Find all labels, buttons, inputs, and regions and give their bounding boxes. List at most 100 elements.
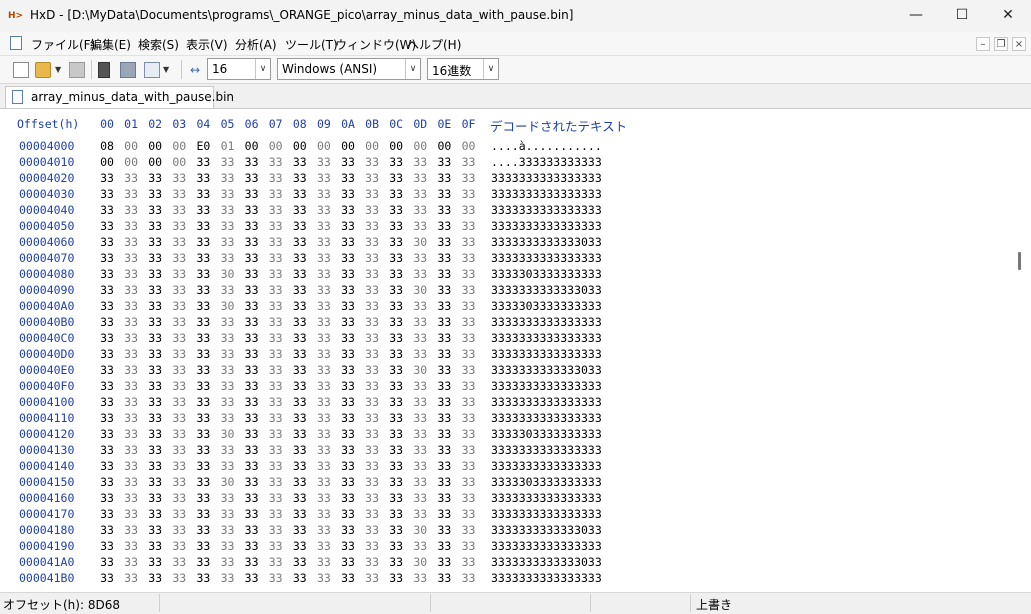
hex-byte[interactable]: 33	[97, 331, 117, 345]
new-file-icon[interactable]	[13, 62, 29, 78]
hex-byte[interactable]: 33	[290, 251, 310, 265]
decoded-text[interactable]: 3333333333333333	[491, 539, 602, 553]
hex-byte[interactable]: 33	[169, 379, 189, 393]
hex-byte[interactable]: 33	[434, 363, 454, 377]
hex-byte[interactable]: 33	[169, 507, 189, 521]
hex-byte[interactable]: 33	[362, 475, 382, 489]
hex-byte[interactable]: 33	[362, 251, 382, 265]
hex-byte[interactable]: 33	[266, 571, 286, 585]
decoded-text[interactable]: ....333333333333	[491, 155, 602, 169]
hex-byte[interactable]: 00	[242, 139, 262, 153]
hex-byte[interactable]: 33	[410, 267, 430, 281]
hex-byte[interactable]: 00	[459, 139, 479, 153]
hex-byte[interactable]: 33	[169, 283, 189, 297]
decoded-text[interactable]: 3333333333333333	[491, 571, 602, 585]
hex-byte[interactable]: 33	[459, 555, 479, 569]
hex-byte[interactable]: 33	[97, 507, 117, 521]
hex-byte[interactable]: 33	[459, 283, 479, 297]
hex-byte[interactable]: 33	[242, 235, 262, 249]
hex-byte[interactable]: 33	[242, 299, 262, 313]
hex-byte[interactable]: 33	[362, 507, 382, 521]
hex-byte[interactable]: 33	[338, 203, 358, 217]
hex-byte[interactable]: 33	[266, 427, 286, 441]
hex-byte[interactable]: 33	[218, 283, 238, 297]
hex-byte[interactable]: 00	[386, 139, 406, 153]
hex-byte[interactable]: 33	[338, 171, 358, 185]
hex-byte[interactable]: 33	[410, 475, 430, 489]
hex-byte[interactable]: 33	[97, 347, 117, 361]
hex-byte[interactable]: 33	[386, 443, 406, 457]
hex-byte[interactable]: 33	[193, 331, 213, 345]
hex-byte[interactable]: 33	[434, 571, 454, 585]
hex-byte[interactable]: 33	[242, 555, 262, 569]
hex-byte[interactable]: 33	[314, 299, 334, 313]
hex-byte[interactable]: 33	[193, 235, 213, 249]
hex-byte[interactable]: 33	[459, 299, 479, 313]
hex-byte[interactable]: 33	[338, 539, 358, 553]
hex-byte[interactable]: 33	[121, 459, 141, 473]
mdi-minimize-button[interactable]: –	[976, 37, 990, 51]
hex-byte[interactable]: 33	[434, 379, 454, 393]
hex-byte[interactable]: 33	[266, 187, 286, 201]
hex-byte[interactable]: 33	[410, 299, 430, 313]
hex-byte[interactable]: 33	[459, 475, 479, 489]
hex-byte[interactable]: 00	[290, 139, 310, 153]
hex-byte[interactable]: 33	[338, 571, 358, 585]
hex-byte[interactable]: 33	[459, 571, 479, 585]
hex-byte[interactable]: 30	[218, 427, 238, 441]
hex-byte[interactable]: 33	[169, 267, 189, 281]
mdi-close-button[interactable]: ×	[1012, 37, 1026, 51]
hex-byte[interactable]: 33	[434, 459, 454, 473]
hex-byte[interactable]: 33	[193, 427, 213, 441]
hex-byte[interactable]: 33	[169, 427, 189, 441]
hex-byte[interactable]: 33	[193, 555, 213, 569]
hex-byte[interactable]: 33	[145, 251, 165, 265]
hex-byte[interactable]: 33	[242, 267, 262, 281]
hex-byte[interactable]: 33	[242, 491, 262, 505]
hex-byte[interactable]: 33	[97, 379, 117, 393]
hex-byte[interactable]: 33	[266, 155, 286, 169]
hex-byte[interactable]: 33	[362, 283, 382, 297]
hex-byte[interactable]: 33	[290, 331, 310, 345]
hex-byte[interactable]: 33	[218, 171, 238, 185]
hex-byte[interactable]: 33	[362, 443, 382, 457]
hex-byte[interactable]: 33	[145, 267, 165, 281]
hex-byte[interactable]: 33	[338, 187, 358, 201]
hex-byte[interactable]: 33	[145, 427, 165, 441]
hex-byte[interactable]: 33	[362, 363, 382, 377]
hex-byte[interactable]: 33	[386, 427, 406, 441]
menu-view[interactable]: 表示(V)	[186, 36, 228, 53]
hex-byte[interactable]: 33	[459, 539, 479, 553]
hex-byte[interactable]: 33	[290, 203, 310, 217]
hex-byte[interactable]: 33	[121, 555, 141, 569]
hex-byte[interactable]: 33	[314, 155, 334, 169]
hex-byte[interactable]: 30	[410, 523, 430, 537]
hex-byte[interactable]: 33	[266, 299, 286, 313]
hex-byte[interactable]: 33	[169, 491, 189, 505]
hex-byte[interactable]: 33	[314, 427, 334, 441]
hex-byte[interactable]: 33	[386, 331, 406, 345]
hex-byte[interactable]: E0	[193, 139, 213, 153]
hex-byte[interactable]: 33	[218, 203, 238, 217]
hex-byte[interactable]: 33	[386, 475, 406, 489]
hex-byte[interactable]: 33	[434, 219, 454, 233]
hex-byte[interactable]: 33	[145, 459, 165, 473]
hex-byte[interactable]: 33	[193, 363, 213, 377]
hex-byte[interactable]: 33	[434, 475, 454, 489]
hex-byte[interactable]: 33	[290, 171, 310, 185]
hex-byte[interactable]: 33	[410, 219, 430, 233]
hex-byte[interactable]: 30	[410, 363, 430, 377]
hex-byte[interactable]: 33	[97, 267, 117, 281]
hex-byte[interactable]: 33	[121, 251, 141, 265]
hex-byte[interactable]: 33	[121, 347, 141, 361]
hex-byte[interactable]: 33	[97, 395, 117, 409]
hex-byte[interactable]: 33	[434, 411, 454, 425]
hex-byte[interactable]: 33	[290, 363, 310, 377]
hex-byte[interactable]: 33	[338, 379, 358, 393]
hex-byte[interactable]: 00	[410, 139, 430, 153]
decoded-text[interactable]: 3333303333333333	[491, 299, 602, 313]
hex-byte[interactable]: 33	[314, 379, 334, 393]
hex-byte[interactable]: 33	[121, 267, 141, 281]
hex-byte[interactable]: 33	[434, 395, 454, 409]
hex-byte[interactable]: 30	[410, 235, 430, 249]
